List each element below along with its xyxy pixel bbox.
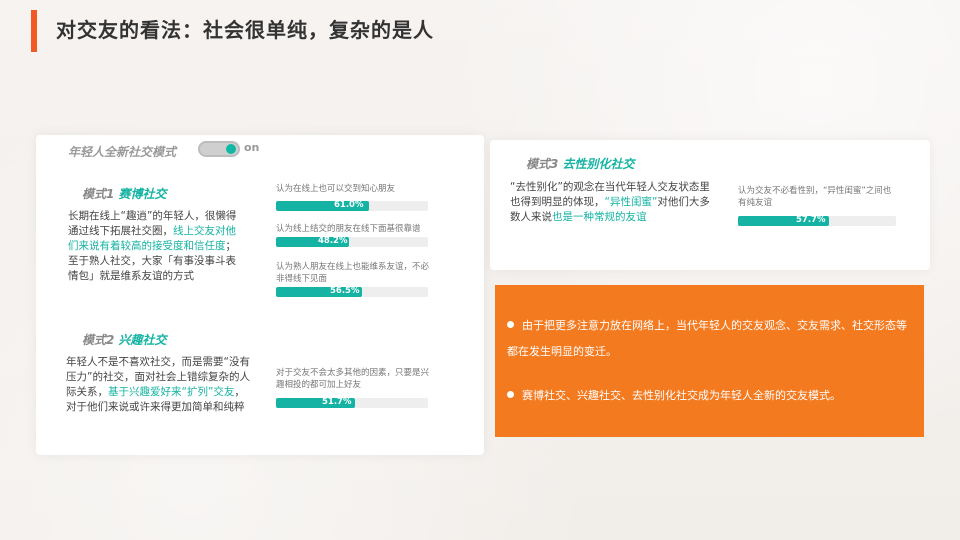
page-title: 对交友的看法：社会很单纯，复杂的是人 [56, 18, 434, 42]
mode2-prefix: 模式2 [82, 333, 115, 347]
summary-bullet: 赛博社交、兴趣社交、去性别化社交成为年轻人全新的交友模式。 [507, 383, 912, 409]
stat-value: 56.5% [330, 286, 360, 296]
modes-card: 年轻人全新社交模式 on 模式1 赛博社交 长期在线上“趣逍”的年轻人，很懒得通… [36, 135, 484, 455]
mode3-text-highlight: 也是一种常规的友谊 [552, 211, 647, 223]
stat-bar-track: 48.2% [276, 236, 428, 247]
summary-bullet-text: 由于把更多注意力放在网络上，当代年轻人的交友观念、交友需求、社交形态等都在发生明… [507, 319, 907, 358]
stat-value: 57.7% [796, 215, 826, 225]
stat-caption: 认为熟人朋友在线上也能维系友谊，不必非得线下见面 [276, 262, 430, 284]
stat-value: 51.7% [322, 397, 352, 407]
stat-caption: 认为交友不必看性别，“异性闺蜜”之间也有纯友谊 [738, 186, 892, 208]
mode1-description: 长期在线上“趣逍”的年轻人，很懒得通过线下拓展社交圈，线上交友对他们来说有着较高… [68, 209, 244, 284]
stat-value: 48.2% [318, 236, 348, 246]
toggle-knob [226, 144, 236, 154]
toggle-label: on [244, 141, 260, 154]
card-header: 年轻人全新社交模式 [68, 145, 177, 159]
summary-bullet-text: 赛博社交、兴趣社交、去性别化社交成为年轻人全新的交友模式。 [522, 389, 841, 402]
stat-caption: 认为线上结交的朋友在线下面基很靠谱 [276, 224, 421, 234]
stat-bar-track: 51.7% [276, 397, 428, 408]
mode2-name: 兴趣社交 [118, 333, 167, 347]
summary-card: 由于把更多注意力放在网络上，当代年轻人的交友观念、交友需求、社交形态等都在发生明… [495, 285, 924, 437]
mode1-title: 模式1 赛博社交 [82, 185, 167, 202]
stat-bar-track: 57.7% [738, 215, 896, 226]
mode2-text-highlight: 基于兴趣爱好来“扩列”交友 [108, 386, 235, 398]
title-accent-bar [31, 10, 37, 52]
stat-value: 61.0% [334, 200, 364, 210]
bullet-dot-icon [507, 321, 514, 328]
mode1-prefix: 模式1 [82, 187, 115, 201]
mode2-title: 模式2 兴趣社交 [82, 331, 167, 348]
stat-caption: 对于交友不会太多其他的因素，只要是兴趣相投的都可加上好友 [276, 368, 430, 390]
stat-bar-track: 61.0% [276, 200, 428, 211]
mode3-description: “去性别化”的观念在当代年轻人交友状态里也得到明显的体现，“异性闺蜜”对他们大多… [510, 180, 710, 225]
stat-caption: 认为在线上也可以交到知心朋友 [276, 184, 396, 194]
mode3-text-highlight: “异性闺蜜” [604, 196, 658, 208]
mode3-title: 模式3 去性别化社交 [526, 155, 635, 172]
mode3-card: 模式3 去性别化社交 “去性别化”的观念在当代年轻人交友状态里也得到明显的体现，… [490, 140, 930, 270]
bullet-dot-icon [507, 391, 514, 398]
toggle-switch[interactable] [198, 141, 240, 157]
mode3-name: 去性别化社交 [562, 157, 635, 171]
mode1-name: 赛博社交 [118, 187, 167, 201]
summary-bullet: 由于把更多注意力放在网络上，当代年轻人的交友观念、交友需求、社交形态等都在发生明… [507, 313, 912, 365]
mode3-prefix: 模式3 [526, 157, 559, 171]
mode2-description: 年轻人不是不喜欢社交，而是需要“没有压力”的社交，面对社会上错综复杂的人际关系，… [66, 355, 250, 415]
stat-bar-track: 56.5% [276, 286, 428, 297]
